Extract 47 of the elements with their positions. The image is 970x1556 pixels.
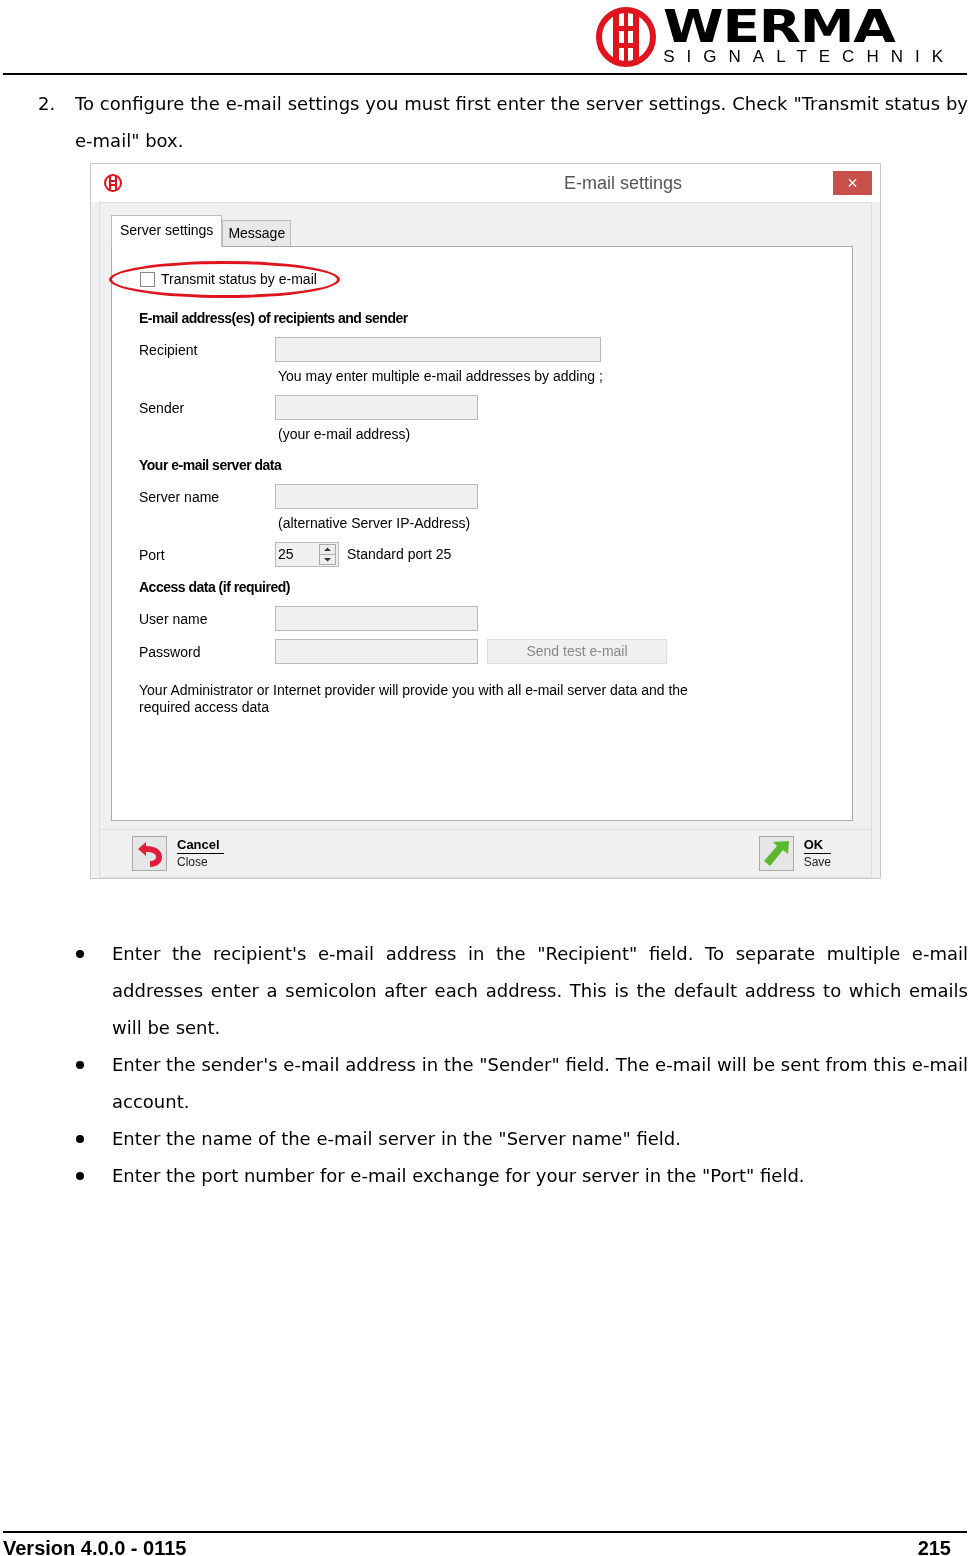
- text-field[interactable]: [275, 395, 478, 420]
- section-heading: Access data (if required): [139, 578, 291, 597]
- field-hint: (your e-mail address): [277, 425, 412, 444]
- app-icon: [103, 173, 123, 193]
- text-field[interactable]: [275, 639, 478, 664]
- cancel-subtitle: Close: [177, 854, 209, 870]
- checkbox-label: Transmit status by e-mail: [161, 270, 317, 289]
- field-label: Server name: [139, 488, 221, 507]
- bullet-icon: [76, 1061, 84, 1069]
- port-spinner[interactable]: 25: [275, 542, 339, 567]
- ok-button[interactable]: OK: [803, 837, 831, 854]
- bullet-text: Enter the recipient's e-mail address in the "Recipient" field. To separate multiple e-mail addresses enter a semicolon after each address. This is the default address to which emails will be sent.: [112, 942, 968, 1040]
- logo-icon: [595, 5, 658, 68]
- tab[interactable]: Message: [222, 220, 292, 246]
- bullet-text: Enter the sender's e-mail address in the "Sender" field. The e-mail will be sent from this e-mail account.: [112, 1053, 968, 1114]
- close-button[interactable]: ×: [833, 171, 872, 195]
- spin-arrows-icon[interactable]: [319, 544, 336, 565]
- field-label: Password: [139, 643, 202, 662]
- text-field[interactable]: [275, 606, 478, 631]
- window-title: E-mail settings: [562, 171, 682, 195]
- field-label: Recipient: [139, 341, 199, 360]
- tab[interactable]: Server settings: [111, 215, 223, 247]
- step-text: To configure the e-mail settings you must first enter the server settings. Check "Transmit status by e-mail" box.: [75, 92, 968, 153]
- info-text: Your Administrator or Internet provider will provide you with all e-mail server data and the required access data: [139, 682, 689, 716]
- bullet-text: Enter the name of the e-mail server in the "Server name" field.: [112, 1127, 682, 1151]
- bullet-icon: [76, 950, 84, 958]
- page-number: 215: [917, 1537, 951, 1556]
- field-hint: You may enter multiple e-mail addresses by adding ;: [277, 367, 603, 386]
- logo-tagline: SIGNALTECHNIK: [663, 46, 955, 67]
- field-label: User name: [139, 610, 209, 629]
- checkbox[interactable]: [140, 272, 155, 287]
- text-field[interactable]: [275, 337, 601, 362]
- field-label: Sender: [139, 399, 186, 418]
- step-number: 2.: [38, 92, 57, 116]
- bullet-icon: [76, 1135, 84, 1143]
- section-heading: E-mail address(es) of recipients and sender: [139, 309, 409, 328]
- version-text: Version 4.0.0 - 0115: [3, 1537, 187, 1556]
- text-field[interactable]: [275, 484, 478, 509]
- bullet-text: Enter the port number for e-mail exchange for your server in the "Port" field.: [112, 1164, 806, 1188]
- port-note: Standard port 25: [347, 545, 452, 564]
- section-heading: Your e-mail server data: [139, 456, 283, 475]
- field-hint: (alternative Server IP-Address): [277, 514, 472, 533]
- bullet-icon: [76, 1172, 84, 1180]
- logo-wordmark: WERMA: [663, 6, 896, 47]
- ok-subtitle: Save: [803, 854, 831, 870]
- field-label: Port: [139, 546, 166, 565]
- cancel-button[interactable]: Cancel: [177, 837, 224, 854]
